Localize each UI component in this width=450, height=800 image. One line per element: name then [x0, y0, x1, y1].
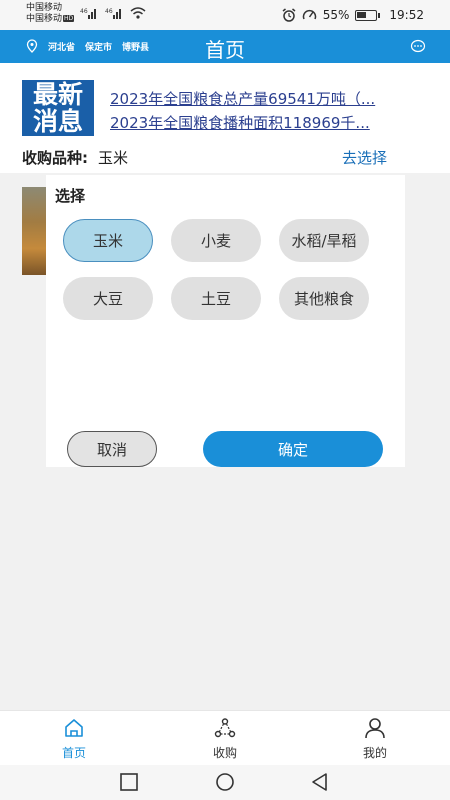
signal-icon-2: 46 — [105, 8, 121, 19]
home-icon — [65, 719, 83, 737]
signal-icon-1: 46 — [80, 8, 96, 19]
tab-purchase[interactable]: 收购 — [185, 717, 265, 761]
purchase-variety-row: 收购品种: 玉米 — [22, 147, 128, 168]
back-triangle-icon[interactable] — [310, 772, 330, 792]
news-logo: 最新 消息 — [22, 80, 94, 136]
purchase-icon — [214, 718, 236, 738]
tab-mine-label: 我的 — [362, 746, 387, 760]
tab-home[interactable]: 首页 — [34, 717, 114, 761]
confirm-button[interactable]: 确定 — [203, 431, 383, 467]
tab-mine[interactable]: 我的 — [335, 717, 415, 761]
status-right: 55% 19:52 — [282, 6, 424, 24]
alarm-icon — [282, 8, 296, 22]
option-potato[interactable]: 土豆 — [171, 277, 261, 320]
svg-text:46: 46 — [80, 8, 88, 15]
svg-text:46: 46 — [105, 8, 113, 15]
option-soybean[interactable]: 大豆 — [63, 277, 153, 320]
bottom-tab-bar: 首页 收购 我的 — [0, 710, 450, 765]
user-icon — [365, 718, 385, 739]
option-rice[interactable]: 水稻/旱稻 — [279, 219, 369, 262]
option-corn[interactable]: 玉米 — [63, 219, 153, 262]
page-title: 首页 — [205, 38, 245, 62]
news-logo-line1: 最新 — [32, 80, 83, 109]
news-link-1[interactable]: 2023年全国粮食总产量69541万吨（... — [110, 88, 375, 109]
cancel-button[interactable]: 取消 — [67, 431, 157, 467]
tab-purchase-label: 收购 — [212, 746, 237, 760]
battery-icon — [355, 9, 381, 21]
option-other-grain[interactable]: 其他粮食 — [279, 277, 369, 320]
news-link-2[interactable]: 2023年全国粮食播种面积118969千... — [110, 112, 370, 133]
battery-percent: 55% — [322, 8, 350, 22]
system-nav-bar — [0, 765, 450, 800]
select-variety-dialog: 选择 玉米 小麦 水稻/旱稻 大豆 土豆 其他粮食 取消 确定 — [46, 175, 405, 467]
news-logo-line2: 消息 — [32, 107, 83, 136]
status-bar: 中国移动 中国移动 HD 46 46 55% 19:52 — [0, 0, 450, 30]
message-icon[interactable] — [410, 39, 426, 53]
option-wheat[interactable]: 小麦 — [171, 219, 261, 262]
dialog-title: 选择 — [55, 187, 86, 205]
wifi-icon — [130, 7, 146, 19]
purchase-variety-value: 玉米 — [98, 149, 129, 167]
grain-thumbnail[interactable] — [22, 187, 46, 275]
tab-home-label: 首页 — [61, 746, 86, 760]
recent-apps-icon[interactable] — [119, 772, 139, 792]
app-header: 河北省 保定市 博野县 首页 — [0, 30, 450, 63]
home-circle-icon[interactable] — [215, 772, 235, 792]
clock: 19:52 — [389, 8, 424, 22]
go-select-link[interactable]: 去选择 — [342, 147, 387, 168]
carrier-label-2: 中国移动 HD — [26, 14, 75, 24]
hd-badge: HD — [63, 15, 75, 22]
purchase-variety-label: 收购品种: — [22, 149, 88, 167]
carrier-label-1: 中国移动 — [26, 3, 63, 13]
speedometer-icon — [302, 9, 316, 20]
